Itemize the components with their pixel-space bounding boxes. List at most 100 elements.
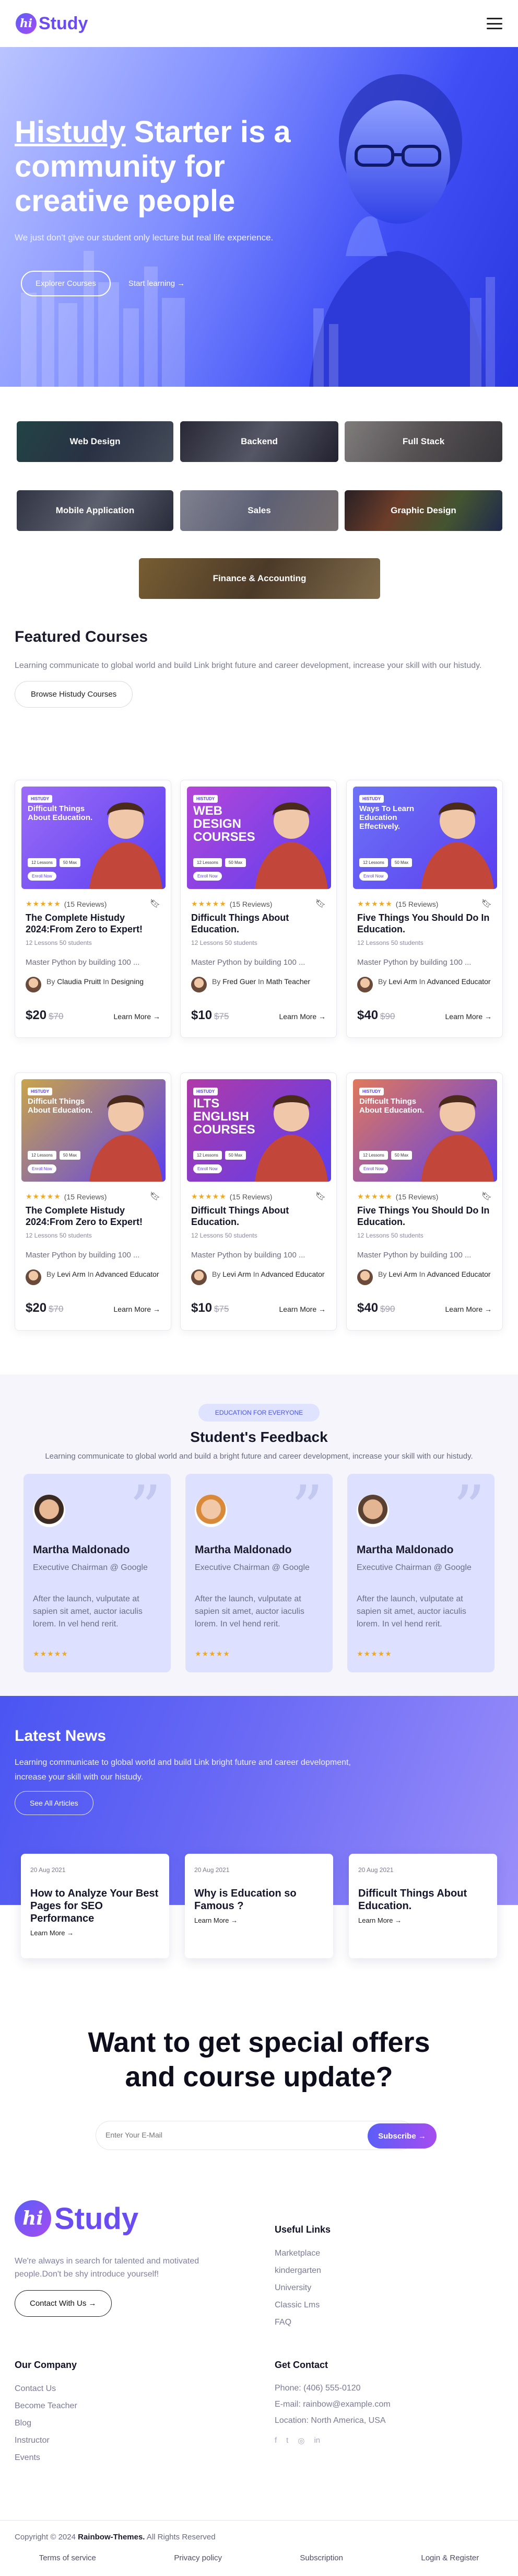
- contact-with-us-button[interactable]: Contact With Us →: [15, 2290, 112, 2317]
- course-title[interactable]: Five Things You Should Do In Education.: [357, 1205, 493, 1228]
- category-finance-accounting[interactable]: Finance & Accounting: [139, 558, 380, 599]
- course-description: Master Python by building 100 ...: [26, 958, 140, 967]
- review-count: (15 Reviews): [395, 1192, 439, 1201]
- testimonial-card: ” Martha Maldonado Executive Chairman @ …: [347, 1474, 495, 1672]
- twitter-icon[interactable]: t: [286, 2436, 288, 2445]
- see-all-articles-button[interactable]: See All Articles: [15, 1791, 93, 1815]
- footer-link[interactable]: Marketplace: [275, 2245, 331, 2262]
- learn-more-link[interactable]: Learn More →: [194, 1914, 325, 1927]
- author-name[interactable]: Levi Arm: [388, 977, 417, 986]
- arrow-right-icon: →: [177, 279, 185, 288]
- rating-stars-icon: ★★★★★: [357, 899, 393, 908]
- category-backend[interactable]: Backend: [180, 421, 338, 462]
- news-card[interactable]: 20 Aug 2021 How to Analyze Your Best Pag…: [21, 1854, 169, 1958]
- review-count: (15 Reviews): [395, 899, 439, 908]
- footer-link[interactable]: Classic Lms: [275, 2296, 331, 2314]
- author-name[interactable]: Levi Arm: [57, 1270, 85, 1278]
- course-thumbnail: HISTUDY Difficult Things About Education…: [21, 787, 166, 889]
- course-card[interactable]: HISTUDY WEB DESIGN COURSES 12 Lessons 50 …: [180, 780, 337, 1038]
- privacy-link[interactable]: Privacy policy: [174, 2554, 222, 2562]
- author-category[interactable]: Advanced Educator: [427, 1270, 490, 1278]
- learn-more-link[interactable]: Learn More →: [279, 1305, 326, 1313]
- course-title[interactable]: The Complete Histudy 2024:From Zero to E…: [26, 912, 161, 935]
- news-card[interactable]: 20 Aug 2021 Difficult Things About Educa…: [349, 1854, 497, 1958]
- author-avatar: [26, 977, 41, 992]
- author-name[interactable]: Levi Arm: [388, 1270, 417, 1278]
- course-card[interactable]: HISTUDY Ways To Learn Education Effectiv…: [346, 780, 503, 1038]
- copyright-brand[interactable]: Rainbow-Themes.: [78, 2533, 145, 2542]
- contact-email[interactable]: E-mail: rainbow@example.com: [275, 2396, 391, 2412]
- author-category[interactable]: Advanced Educator: [427, 977, 490, 986]
- author-avatar: [357, 1269, 373, 1285]
- footer-link[interactable]: FAQ: [275, 2314, 331, 2331]
- testimonial-avatar: [195, 1495, 227, 1527]
- bookmark-icon[interactable]: 🔖︎: [150, 898, 160, 909]
- category-sales[interactable]: Sales: [180, 490, 338, 531]
- linkedin-icon[interactable]: in: [314, 2436, 320, 2445]
- author-category[interactable]: Advanced Educator: [95, 1270, 159, 1278]
- bookmark-icon[interactable]: 🔖︎: [481, 898, 492, 909]
- course-title[interactable]: Difficult Things About Education.: [191, 1205, 327, 1228]
- learn-more-link[interactable]: Learn More →: [445, 1012, 492, 1021]
- browse-courses-button[interactable]: Browse Histudy Courses: [15, 681, 133, 708]
- category-label: Sales: [248, 505, 271, 515]
- site-logo[interactable]: hi Study: [16, 13, 88, 34]
- learn-more-link[interactable]: Learn More →: [30, 1927, 161, 1939]
- email-input[interactable]: [105, 2131, 304, 2139]
- course-card[interactable]: HISTUDY Difficult Things About Education…: [15, 780, 171, 1038]
- learn-more-link[interactable]: Learn More →: [279, 1012, 326, 1021]
- start-learning-link[interactable]: Start learning →: [128, 279, 185, 288]
- terms-link[interactable]: Terms of service: [39, 2554, 96, 2562]
- bookmark-icon[interactable]: 🔖︎: [481, 1191, 492, 1202]
- course-meta: 12 Lessons 50 students: [357, 1232, 423, 1239]
- footer-link[interactable]: Blog: [15, 2415, 77, 2432]
- course-title[interactable]: The Complete Histudy 2024:From Zero to E…: [26, 1205, 161, 1228]
- course-title[interactable]: Five Things You Should Do In Education.: [357, 912, 493, 935]
- category-web-design[interactable]: Web Design: [17, 421, 173, 462]
- footer-link[interactable]: kindergarten: [275, 2262, 331, 2279]
- logo-text: Study: [54, 2201, 139, 2236]
- contact-phone[interactable]: Phone: (406) 555-0120: [275, 2380, 391, 2396]
- course-title[interactable]: Difficult Things About Education.: [191, 912, 327, 935]
- instagram-icon[interactable]: ◎: [298, 2436, 304, 2445]
- hero-actions: Explorer Courses Start learning →: [21, 271, 185, 296]
- course-card[interactable]: HISTUDY ILTS ENGLISH COURSES 12 Lessons 5…: [180, 1072, 337, 1331]
- footer-link[interactable]: University: [275, 2279, 331, 2296]
- news-card[interactable]: 20 Aug 2021 Why is Education so Famous ?…: [185, 1854, 333, 1958]
- facebook-icon[interactable]: f: [275, 2436, 277, 2445]
- author-category[interactable]: Math Teacher: [266, 977, 311, 986]
- footer-link[interactable]: Become Teacher: [15, 2397, 77, 2415]
- news-headline: Why is Education so Famous ? Learn More →: [194, 1887, 325, 1927]
- footer-link[interactable]: Contact Us: [15, 2380, 77, 2397]
- explore-courses-button[interactable]: Explorer Courses: [21, 271, 111, 296]
- footer-link[interactable]: Events: [15, 2449, 77, 2466]
- course-meta: 12 Lessons 50 students: [26, 1232, 92, 1239]
- learn-more-link[interactable]: Learn More →: [114, 1305, 160, 1313]
- author-name[interactable]: Levi Arm: [222, 1270, 251, 1278]
- course-card[interactable]: HISTUDY Difficult Things About Education…: [346, 1072, 503, 1331]
- login-register-link[interactable]: Login & Register: [421, 2554, 479, 2562]
- thumb-tag: HISTUDY: [359, 1088, 384, 1095]
- category-graphic-design[interactable]: Graphic Design: [345, 490, 502, 531]
- hamburger-menu-icon[interactable]: [487, 18, 502, 29]
- footer-logo[interactable]: hi Study: [15, 2200, 138, 2237]
- course-author: By Claudia Pruitt In Designing: [46, 977, 144, 986]
- author-name[interactable]: Claudia Pruitt: [57, 977, 101, 986]
- author-name[interactable]: Fred Guer: [222, 977, 256, 986]
- course-card[interactable]: HISTUDY Difficult Things About Education…: [15, 1072, 171, 1331]
- category-mobile-application[interactable]: Mobile Application: [17, 490, 173, 531]
- footer-link[interactable]: Instructor: [15, 2432, 77, 2449]
- bookmark-icon[interactable]: 🔖︎: [315, 1191, 326, 1202]
- get-contact: Get Contact Phone: (406) 555-0120 E-mail…: [275, 2360, 391, 2445]
- learn-more-link[interactable]: Learn More →: [445, 1305, 492, 1313]
- author-category[interactable]: Designing: [111, 977, 144, 986]
- bookmark-icon[interactable]: 🔖︎: [315, 898, 326, 909]
- learn-more-link[interactable]: Learn More →: [114, 1012, 160, 1021]
- subscription-link[interactable]: Subscription: [300, 2554, 343, 2562]
- bookmark-icon[interactable]: 🔖︎: [150, 1191, 160, 1202]
- learn-more-link[interactable]: Learn More →: [358, 1914, 489, 1927]
- course-meta: 12 Lessons 50 students: [191, 1232, 257, 1239]
- author-category[interactable]: Advanced Educator: [261, 1270, 324, 1278]
- category-full-stack[interactable]: Full Stack: [345, 421, 502, 462]
- subscribe-button[interactable]: Subscribe →: [368, 2123, 437, 2148]
